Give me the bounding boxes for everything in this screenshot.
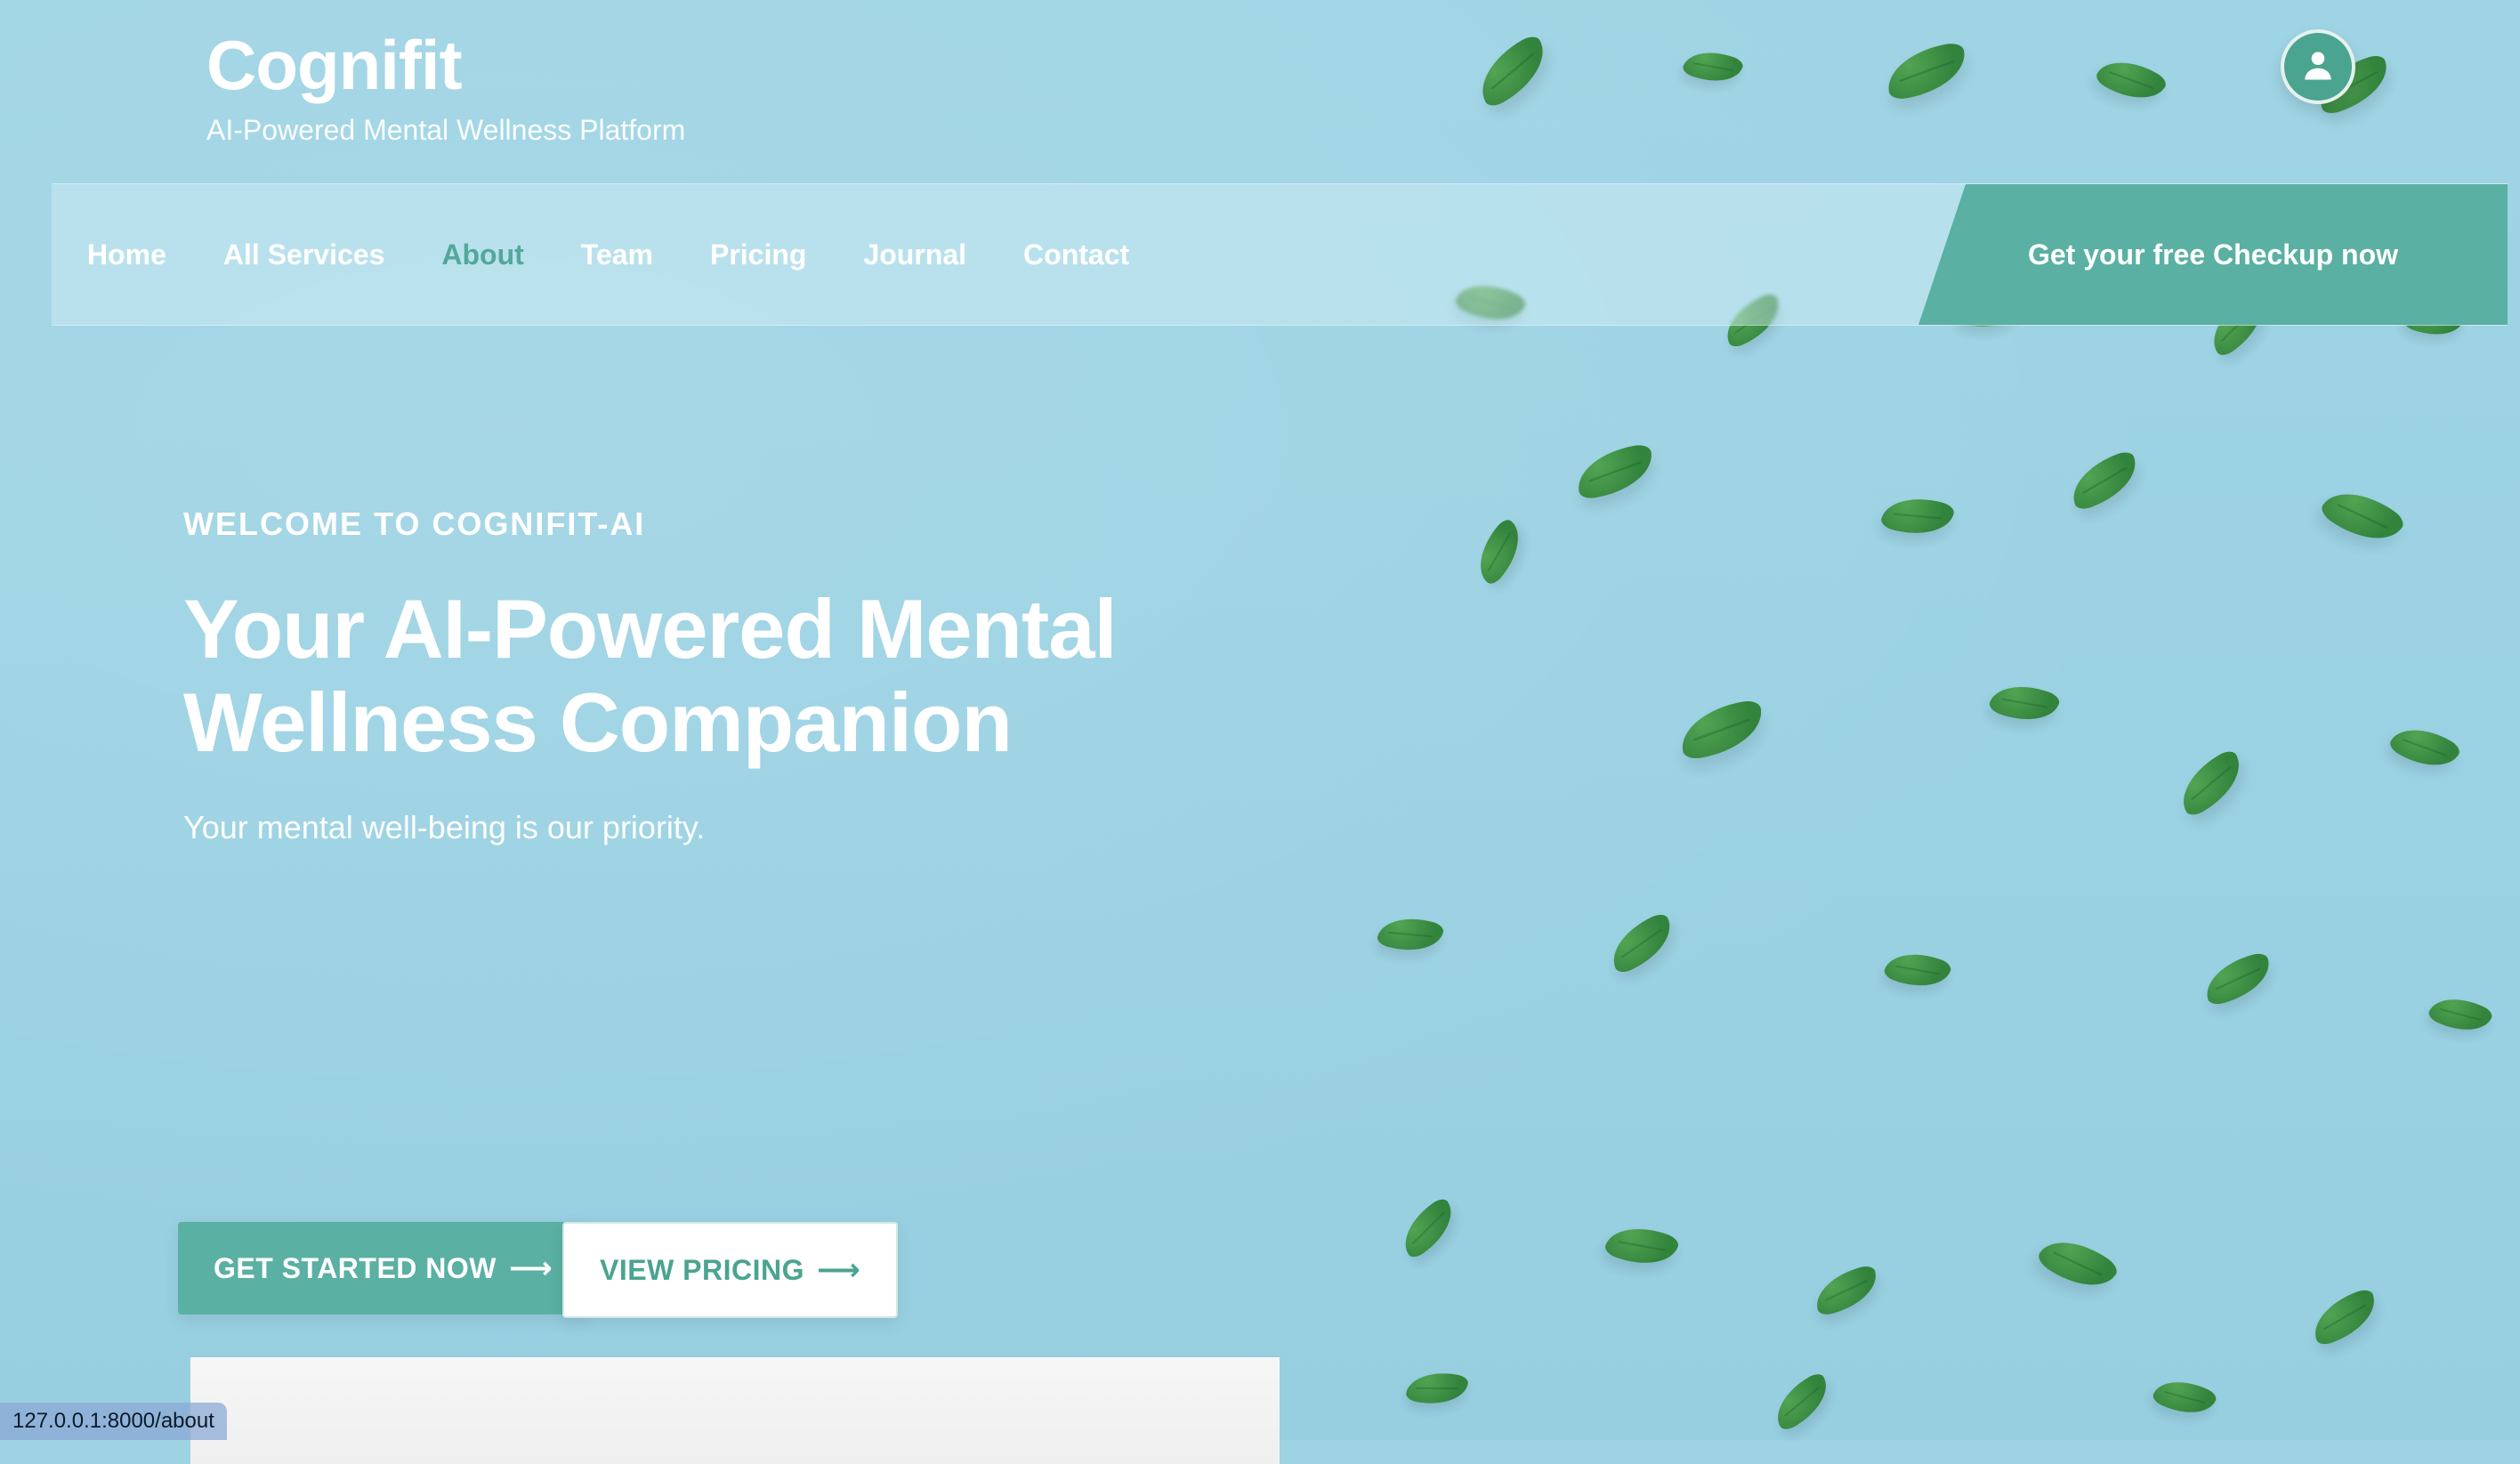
- nav-item-pricing[interactable]: Pricing: [710, 239, 806, 271]
- free-checkup-cta[interactable]: Get your free Checkup now: [1918, 184, 2508, 325]
- hero-headline: Your AI-Powered Mental Wellness Companio…: [183, 582, 1118, 770]
- view-pricing-button[interactable]: VIEW PRICING ⟶: [562, 1222, 899, 1318]
- status-url: 127.0.0.1:8000/about: [0, 1403, 227, 1440]
- brand-title[interactable]: Cognifit: [206, 30, 685, 100]
- nav-item-about[interactable]: About: [441, 239, 523, 271]
- brand: Cognifit AI-Powered Mental Wellness Plat…: [206, 30, 685, 147]
- nav-item-journal[interactable]: Journal: [863, 239, 966, 271]
- hero-eyebrow: WELCOME TO COGNIFIT-AI: [183, 506, 646, 542]
- nav-items: Home All Services About Team Pricing Jou…: [87, 184, 1129, 325]
- nav-item-contact[interactable]: Contact: [1023, 239, 1129, 271]
- nav-item-all-services[interactable]: All Services: [223, 239, 384, 271]
- content-card: [190, 1357, 1280, 1464]
- get-started-button-label: GET STARTED NOW: [214, 1251, 497, 1284]
- free-checkup-cta-label: Get your free Checkup now: [2027, 238, 2399, 271]
- get-started-button[interactable]: GET STARTED NOW ⟶: [178, 1222, 589, 1314]
- hero-subtext: Your mental well-being is our priority.: [183, 808, 706, 845]
- brand-subtitle: AI-Powered Mental Wellness Platform: [206, 114, 686, 146]
- user-avatar-button[interactable]: [2281, 29, 2355, 104]
- nav-item-team[interactable]: Team: [581, 239, 653, 271]
- user-icon: [2298, 45, 2338, 89]
- main-navbar: Home All Services About Team Pricing Jou…: [52, 183, 2508, 326]
- view-pricing-button-label: VIEW PRICING: [600, 1253, 805, 1286]
- arrow-right-icon: ⟶: [817, 1253, 861, 1287]
- arrow-right-icon: ⟶: [509, 1251, 553, 1285]
- nav-item-home[interactable]: Home: [87, 239, 166, 271]
- hero-section: WELCOME TO COGNIFIT-AI Your AI-Powered M…: [183, 506, 1340, 846]
